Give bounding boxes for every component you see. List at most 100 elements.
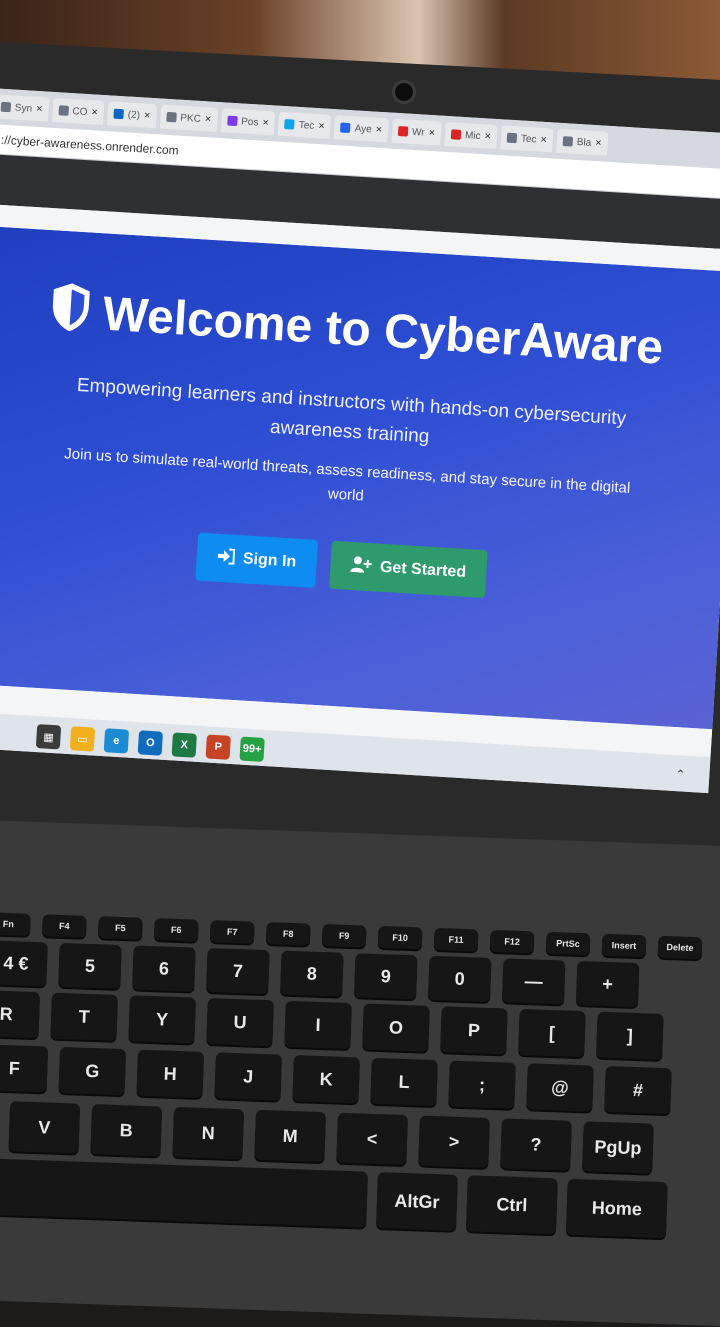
keyboard-key[interactable]: F (0, 1044, 49, 1093)
keyboard-key[interactable]: J (214, 1052, 282, 1101)
tab-close-icon[interactable]: × (484, 130, 491, 142)
keyboard-key[interactable]: ? (500, 1118, 572, 1171)
keyboard-key[interactable]: — (501, 958, 566, 1005)
browser-tab[interactable]: (2) × (107, 101, 158, 129)
keyboard-key[interactable]: I (284, 1000, 352, 1050)
keyboard-key[interactable]: U (206, 998, 274, 1047)
webcam (392, 80, 416, 104)
keyboard-key[interactable]: 9 (354, 953, 418, 1000)
keyboard-key[interactable]: P (440, 1006, 508, 1055)
keyboard-key[interactable]: # (604, 1065, 672, 1115)
keyboard-key[interactable]: H (136, 1049, 205, 1098)
keyboard-key[interactable]: @ (526, 1063, 594, 1112)
tab-close-icon[interactable]: × (91, 106, 98, 118)
tray-chevron-icon[interactable]: ⌃ (675, 767, 686, 782)
keyboard-key[interactable]: F5 (97, 916, 143, 940)
tab-close-icon[interactable]: × (318, 120, 325, 132)
outlook-icon[interactable]: O (137, 730, 164, 756)
keyboard-key[interactable]: B (90, 1104, 163, 1157)
keyboard-key[interactable]: N (172, 1106, 245, 1160)
keyboard-key[interactable]: Insert (601, 933, 647, 958)
keyboard-key[interactable]: G (58, 1046, 127, 1096)
tab-label: Pos (240, 115, 259, 128)
tab-close-icon[interactable]: × (428, 127, 435, 139)
tab-favicon-icon (562, 136, 574, 147)
keyboard-key[interactable]: 4 € (0, 940, 48, 987)
powerpoint-icon[interactable]: P (205, 734, 231, 760)
hero-actions: Sign In Get Started (0, 518, 720, 612)
tab-label: Bla (576, 136, 592, 149)
get-started-button[interactable]: Get Started (328, 540, 488, 599)
keyboard-key[interactable]: F12 (489, 929, 535, 954)
keyboard-key[interactable]: R (0, 989, 41, 1039)
keyboard-key[interactable]: F6 (153, 918, 199, 942)
laptop-screen: Syn × CO × (2) × PKC × Pos × Tec × Aye × Wr × Mic × Tec × Bl… (0, 88, 720, 794)
browser-tab[interactable]: Pos × (220, 108, 276, 136)
keyboard-key[interactable]: 6 (132, 945, 196, 992)
task-view-icon[interactable]: ▦ (35, 724, 62, 750)
keyboard-key[interactable]: Home (565, 1178, 668, 1239)
browser-tab[interactable]: Syn × (0, 94, 50, 122)
keyboard-key[interactable]: V (8, 1101, 81, 1154)
tab-favicon-icon (226, 115, 238, 127)
address-url[interactable]: ://cyber-awareness.onrender.com (0, 132, 179, 157)
keyboard-key[interactable]: 0 (427, 955, 492, 1002)
keyboard-key[interactable]: PgUp (582, 1121, 654, 1174)
keyboard-key[interactable]: PrtSc (545, 931, 591, 956)
keyboard-key[interactable]: [ (518, 1008, 586, 1058)
keyboard-key[interactable]: < (336, 1112, 408, 1166)
keyboard-key[interactable]: F4 (41, 914, 87, 938)
page-title-text: Welcome to CyberAware (101, 287, 665, 375)
tab-label: Mic (464, 129, 481, 142)
browser-tab[interactable]: Wr × (391, 118, 442, 146)
browser-tab[interactable]: Mic × (444, 121, 498, 150)
keyboard-key[interactable]: T (50, 992, 118, 1041)
tab-close-icon[interactable]: × (204, 113, 211, 125)
keyboard-key[interactable]: F10 (377, 925, 423, 950)
tab-favicon-icon (397, 126, 409, 137)
tab-close-icon[interactable]: × (36, 103, 43, 115)
file-explorer-icon[interactable]: ▭ (69, 726, 96, 752)
keyboard-key[interactable]: Y (128, 995, 196, 1044)
excel-icon[interactable]: X (171, 732, 197, 758)
keyboard-key[interactable]: AltGr (375, 1172, 458, 1231)
browser-tab[interactable]: Aye × (333, 115, 389, 143)
keyboard-key[interactable]: 8 (280, 950, 344, 997)
tab-close-icon[interactable]: × (595, 137, 602, 149)
spacebar-key[interactable] (0, 1158, 368, 1228)
tab-close-icon[interactable]: × (375, 124, 382, 136)
browser-tab[interactable]: Tec × (500, 125, 554, 153)
tab-close-icon[interactable]: × (540, 134, 547, 146)
keyboard-key[interactable]: F11 (433, 927, 479, 952)
tab-close-icon[interactable]: × (262, 117, 269, 129)
tab-close-icon[interactable]: × (144, 109, 151, 121)
whatsapp-icon[interactable]: 99+ (239, 736, 265, 762)
keyboard-key[interactable]: ; (448, 1060, 516, 1109)
keyboard-key[interactable]: Delete (657, 935, 703, 960)
keyboard-key[interactable]: > (418, 1115, 490, 1168)
keyboard-key[interactable]: Fn (0, 912, 31, 936)
tab-label: Tec (298, 119, 315, 132)
browser-tab[interactable]: Bla × (556, 128, 609, 156)
keyboard-key[interactable]: M (254, 1109, 327, 1163)
keyboard-key[interactable]: F7 (209, 920, 255, 944)
keyboard-key[interactable]: F9 (321, 924, 367, 948)
keyboard-key[interactable]: 7 (206, 948, 270, 995)
keyboard-key[interactable]: ] (596, 1011, 664, 1060)
keyboard-key[interactable]: + (575, 960, 640, 1008)
tab-label: Syn (14, 102, 33, 115)
browser-tab[interactable]: PKC × (159, 104, 218, 132)
keyboard-key[interactable]: F8 (265, 922, 311, 946)
tab-label: Aye (354, 122, 373, 135)
keyboard-key[interactable]: K (292, 1055, 360, 1104)
keyboard-key[interactable]: Ctrl (465, 1175, 558, 1235)
keyboard-key[interactable]: L (370, 1057, 438, 1107)
keyboard-key[interactable]: O (362, 1003, 430, 1052)
browser-tab[interactable]: CO × (51, 97, 105, 125)
tab-favicon-icon (0, 101, 12, 113)
sign-in-button[interactable]: Sign In (195, 532, 318, 588)
shield-icon (47, 280, 95, 350)
keyboard-key[interactable]: 5 (58, 942, 122, 989)
edge-icon[interactable]: e (103, 728, 130, 754)
browser-tab[interactable]: Tec × (278, 111, 332, 139)
